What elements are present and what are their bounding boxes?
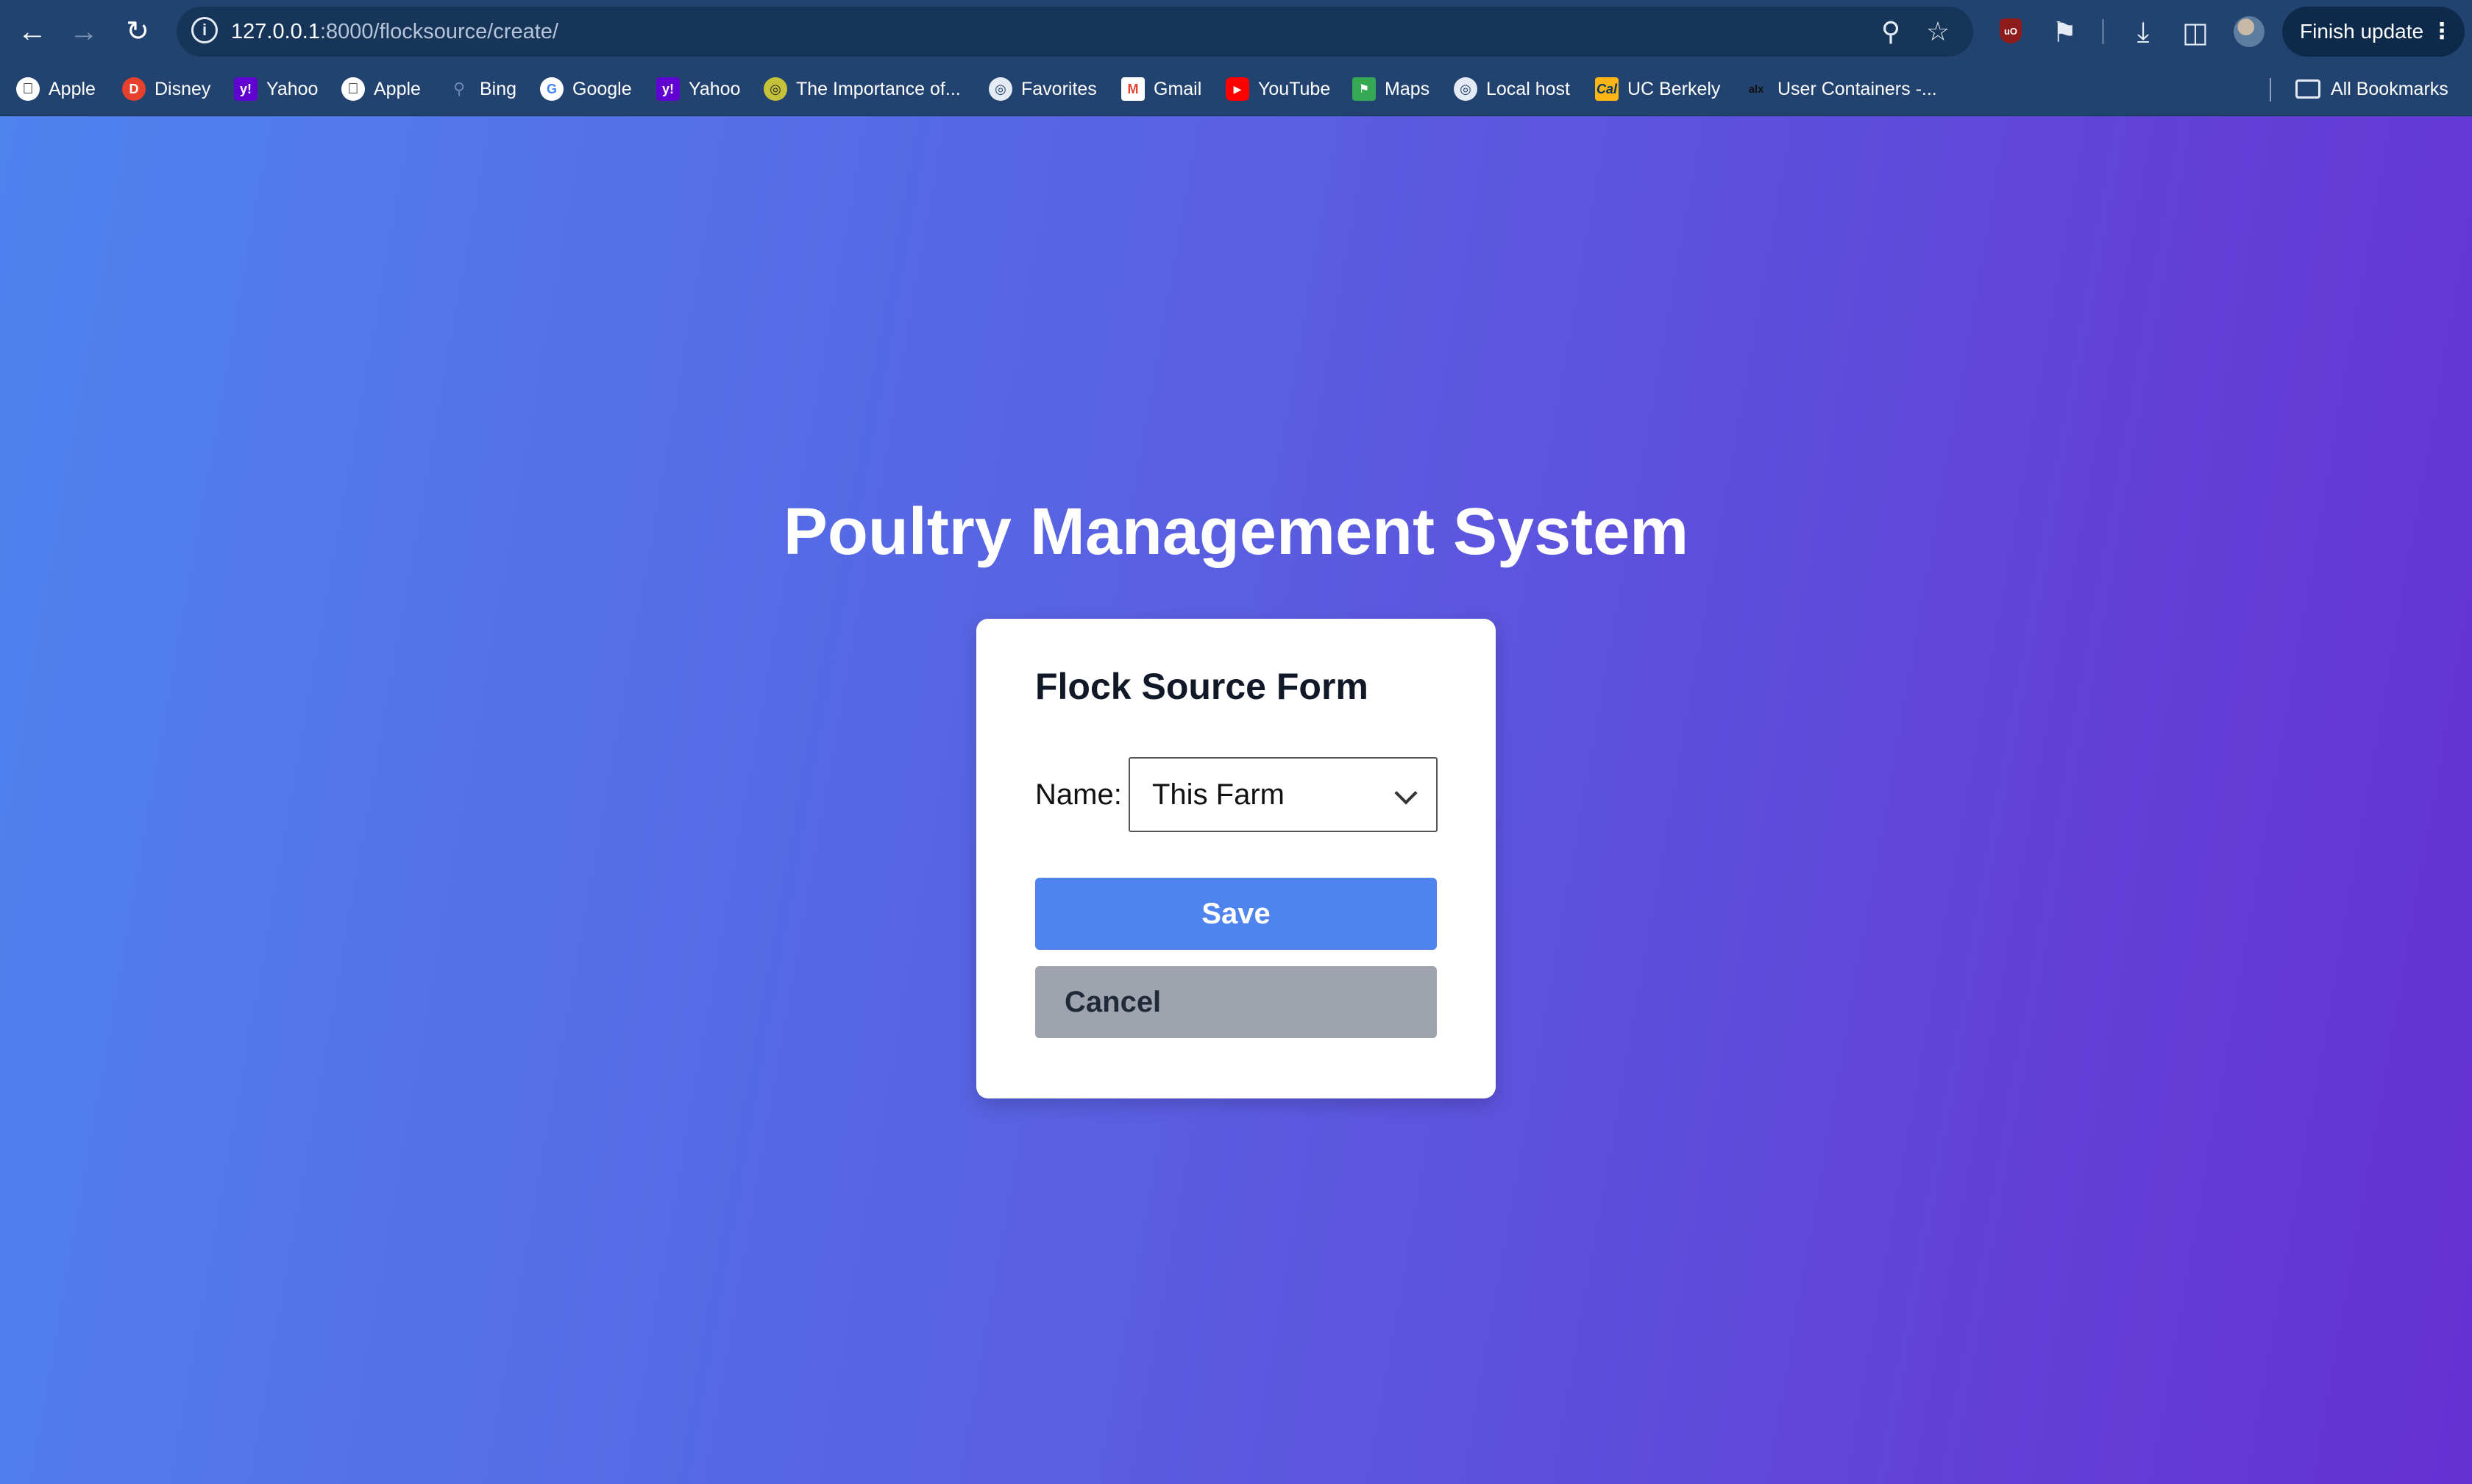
reload-icon[interactable]: ↻ xyxy=(116,10,160,54)
alx-icon: alx xyxy=(1748,82,1764,96)
cal-icon: Cal xyxy=(1595,77,1619,101)
bookmark-label: Yahoo xyxy=(689,78,741,99)
name-select[interactable]: This Farm xyxy=(1129,757,1438,832)
bookmark-label: YouTube xyxy=(1258,78,1331,99)
bookmark-star-icon[interactable]: ☆ xyxy=(1920,14,1956,49)
extensions-puzzle-icon[interactable]: ⚑ xyxy=(2045,13,2084,52)
bookmarks-bar:  Apple D Disney y! Yahoo  Apple ⚲ Bing… xyxy=(0,63,2472,116)
bookmark-item[interactable]: y! Yahoo xyxy=(234,63,318,115)
toolbar-divider xyxy=(2102,19,2104,44)
bookmark-item[interactable]:  Apple xyxy=(16,63,96,115)
google-icon: G xyxy=(540,77,564,101)
globe-icon: ◎ xyxy=(1454,77,1477,101)
bookmark-item[interactable]: ◎ Favorites xyxy=(989,63,1097,115)
profile-avatar[interactable] xyxy=(2234,16,2265,47)
bookmark-label: UC Berkely xyxy=(1627,78,1721,99)
youtube-icon: ▶ xyxy=(1226,77,1249,101)
forward-icon[interactable]: → xyxy=(62,10,106,54)
ublock-extension-icon[interactable]: uO xyxy=(2000,18,2022,43)
bookmark-item[interactable]: ◎ The Importance of... xyxy=(764,63,961,115)
address-bar[interactable]: i 127.0.0.1:8000/flocksource/create/ ⚲ ☆ xyxy=(177,7,1973,57)
folder-icon xyxy=(2295,79,2320,99)
globe-icon: ◎ xyxy=(764,77,787,101)
site-info-icon[interactable]: i xyxy=(191,17,218,43)
apple-icon:  xyxy=(341,77,365,101)
bookmark-label: User Containers -... xyxy=(1777,78,1937,99)
side-panel-icon[interactable]: ◫ xyxy=(2176,13,2214,52)
bookmark-item[interactable]: M Gmail xyxy=(1121,63,1201,115)
finish-update-button[interactable]: Finish update ⋮ xyxy=(2282,7,2465,57)
bookmark-label: Favorites xyxy=(1021,78,1097,99)
bookmarks-divider xyxy=(2270,78,2271,102)
bookmark-label: Bing xyxy=(480,78,517,99)
chevron-down-icon xyxy=(1394,781,1418,805)
globe-icon: ◎ xyxy=(989,77,1012,101)
yahoo-icon: y! xyxy=(234,77,258,101)
download-icon[interactable]: ⤓ xyxy=(2124,13,2162,52)
bookmark-item[interactable]: ◎ Local host xyxy=(1454,63,1570,115)
finish-update-label: Finish update xyxy=(2300,20,2424,43)
bookmark-item[interactable]: Cal UC Berkely xyxy=(1595,63,1720,115)
bookmark-label: Apple xyxy=(374,78,421,99)
yahoo-icon: y! xyxy=(656,77,680,101)
bing-icon: ⚲ xyxy=(452,79,466,98)
page-content: Poultry Management System Flock Source F… xyxy=(0,116,2472,1484)
name-select-value: This Farm xyxy=(1152,778,1285,811)
name-label: Name: xyxy=(1035,778,1122,811)
bookmark-label: Gmail xyxy=(1154,78,1202,99)
bookmark-item[interactable]:  Apple xyxy=(341,63,421,115)
bookmark-item[interactable]: y! Yahoo xyxy=(656,63,740,115)
bookmark-label: Yahoo xyxy=(266,78,319,99)
browser-toolbar: ← → ↻ i 127.0.0.1:8000/flocksource/creat… xyxy=(0,0,2472,63)
save-button[interactable]: Save xyxy=(1035,878,1437,950)
bookmark-item[interactable]: ⚲ Bing xyxy=(447,63,516,115)
flock-source-form-card: Flock Source Form Name: This Farm Save C… xyxy=(976,619,1496,1098)
bookmark-label: The Importance of... xyxy=(796,78,961,99)
form-title: Flock Source Form xyxy=(1035,666,1368,707)
bookmark-label: Local host xyxy=(1486,78,1570,99)
bookmark-item[interactable]: alx User Containers -... xyxy=(1744,63,1937,115)
menu-kebab-icon: ⋮ xyxy=(2431,19,2453,43)
apple-icon:  xyxy=(16,77,40,101)
maps-icon: ⚑ xyxy=(1352,77,1376,101)
url-text[interactable]: 127.0.0.1:8000/flocksource/create/ xyxy=(231,7,558,57)
bookmark-label: Google xyxy=(572,78,632,99)
bookmark-item[interactable]: ⚑ Maps xyxy=(1352,63,1429,115)
all-bookmarks-label: All Bookmarks xyxy=(2331,78,2448,99)
bookmark-label: Maps xyxy=(1385,78,1430,99)
gmail-icon: M xyxy=(1121,77,1145,101)
cancel-button[interactable]: Cancel xyxy=(1035,966,1437,1038)
back-icon[interactable]: ← xyxy=(10,10,54,54)
all-bookmarks-button[interactable]: All Bookmarks xyxy=(2295,63,2448,115)
bookmark-label: Apple xyxy=(49,78,96,99)
bookmark-item[interactable]: ▶ YouTube xyxy=(1226,63,1330,115)
zoom-icon[interactable]: ⚲ xyxy=(1873,14,1908,49)
url-host: 127.0.0.1 xyxy=(231,20,320,43)
bookmark-item[interactable]: G Google xyxy=(540,63,632,115)
disney-icon: D xyxy=(122,77,146,101)
url-path: :8000/flocksource/create/ xyxy=(319,20,558,43)
app-title: Poultry Management System xyxy=(783,495,1689,569)
bookmark-label: Disney xyxy=(154,78,211,99)
bookmark-item[interactable]: D Disney xyxy=(122,63,210,115)
